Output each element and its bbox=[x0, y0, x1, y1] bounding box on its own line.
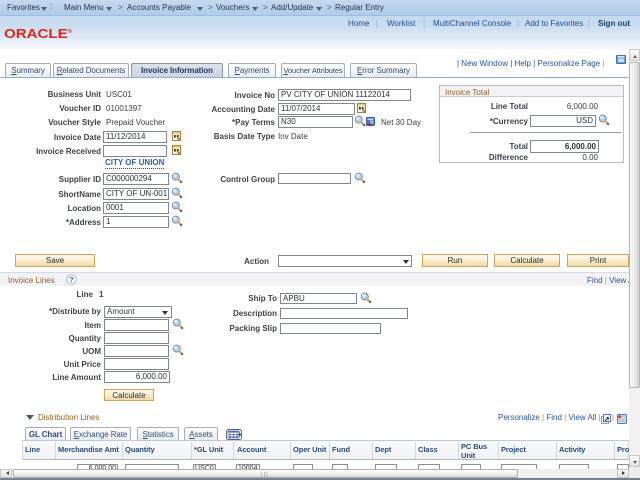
svg-text:?: ? bbox=[69, 275, 74, 284]
